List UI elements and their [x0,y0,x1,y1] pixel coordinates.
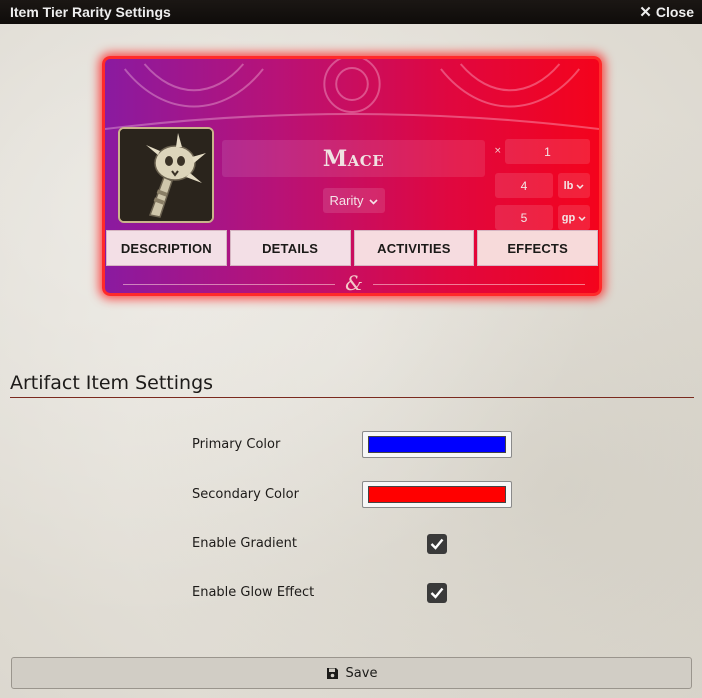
save-button[interactable]: Save [11,657,692,689]
primary-color-swatch [368,436,506,453]
quantity-symbol: × [494,146,502,156]
item-portrait[interactable] [118,127,214,223]
dnd-ampersand-logo: & [345,271,363,295]
tab-description[interactable]: DESCRIPTION [106,230,227,266]
item-name-input[interactable]: Mace [222,140,485,177]
enable-gradient-label: Enable Gradient [192,536,297,551]
primary-color-label: Primary Color [192,437,281,452]
weight-unit-value: lb [563,179,574,192]
divider-right [373,284,585,285]
price-input[interactable]: 5 [495,205,553,230]
chevron-down-icon [576,180,584,192]
rarity-select[interactable]: Rarity [323,188,385,213]
close-icon: ✕ [639,4,652,21]
close-label: Close [655,4,694,20]
secondary-color-label: Secondary Color [192,487,299,502]
tab-effects[interactable]: EFFECTS [477,230,598,266]
enable-gradient-checkbox[interactable] [427,534,447,554]
mace-icon [120,129,212,221]
window-titlebar[interactable]: Item Tier Rarity Settings ✕ Close [0,0,702,24]
close-button[interactable]: ✕ Close [639,3,694,21]
price-unit-value: gp [561,211,576,224]
rarity-select-value: Rarity [329,193,364,208]
item-preview-card: Mace Rarity × 1 4 lb 5 gp DESCRIPTION DE… [102,56,602,296]
enable-glow-checkbox[interactable] [427,583,447,603]
divider-left [123,284,335,285]
secondary-color-swatch [368,486,506,503]
checkmark-icon [430,587,444,599]
checkmark-icon [430,538,444,550]
weight-input[interactable]: 4 [495,173,553,198]
section-title: Artifact Item Settings [10,372,694,398]
window-title: Item Tier Rarity Settings [10,4,171,20]
floppy-disk-icon [326,667,338,679]
quantity-input[interactable]: 1 [505,139,590,164]
sheet-tabs: DESCRIPTION DETAILS ACTIVITIES EFFECTS [105,230,599,266]
chevron-down-icon [578,212,586,224]
chevron-down-icon [369,193,379,208]
save-label: Save [345,665,378,681]
price-unit-select[interactable]: gp [558,205,590,230]
secondary-color-input[interactable] [362,481,512,508]
weight-unit-select[interactable]: lb [558,173,590,198]
settings-window: Item Tier Rarity Settings ✕ Close Mace R… [0,0,702,698]
enable-glow-label: Enable Glow Effect [192,585,315,600]
tab-details[interactable]: DETAILS [229,230,351,266]
primary-color-input[interactable] [362,431,512,458]
tab-activities[interactable]: ACTIVITIES [353,230,475,266]
